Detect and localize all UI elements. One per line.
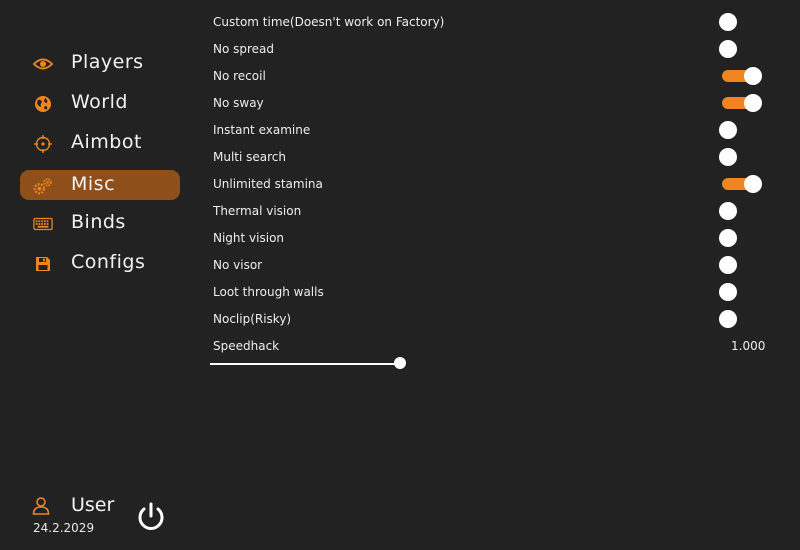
user-name: User: [71, 494, 115, 516]
speedhack-slider-handle[interactable]: [394, 357, 406, 369]
option-row-night-vision: Night vision: [200, 225, 775, 252]
toggle-knob: [719, 40, 737, 58]
option-label: Custom time(Doesn't work on Factory): [213, 15, 445, 29]
speedhack-value: 1.000: [731, 339, 766, 353]
sidebar-item-world[interactable]: World: [20, 88, 180, 118]
option-row-thermal-vision: Thermal vision: [200, 198, 775, 225]
sidebar-item-players[interactable]: Players: [20, 48, 180, 78]
option-row-multi-search: Multi search: [200, 144, 775, 171]
power-icon[interactable]: [134, 500, 168, 534]
option-row-instant-examine: Instant examine: [200, 117, 775, 144]
toggle-knob: [719, 202, 737, 220]
option-label: Loot through walls: [213, 285, 324, 299]
sidebar-item-label: Aimbot: [71, 131, 142, 153]
toggle-knob: [719, 148, 737, 166]
option-label: Instant examine: [213, 123, 311, 137]
sidebar-item-label: Configs: [71, 251, 146, 273]
toggle-knob: [719, 229, 737, 247]
sidebar-item-configs[interactable]: Configs: [20, 248, 180, 278]
user-panel: User 24.2.2029: [30, 494, 180, 544]
option-row-no-spread: No spread: [200, 36, 775, 63]
option-row-noclip: Noclip(Risky): [200, 306, 775, 333]
sidebar-item-label: Players: [71, 51, 144, 73]
toggle-knob: [719, 256, 737, 274]
floppy-disk-icon: [33, 254, 53, 274]
option-row-loot-through-walls: Loot through walls: [200, 279, 775, 306]
gears-icon: [33, 176, 53, 196]
eye-icon: [33, 54, 53, 74]
option-label: No sway: [213, 96, 264, 110]
option-row-no-visor: No visor: [200, 252, 775, 279]
option-label: Thermal vision: [213, 204, 302, 218]
app-window: Players World Aimbot Misc Binds Configs …: [0, 0, 800, 550]
speedhack-slider-track[interactable]: [210, 363, 400, 365]
option-row-custom-time: Custom time(Doesn't work on Factory): [200, 9, 775, 36]
toggle-knob: [744, 94, 762, 112]
toggle-knob: [719, 310, 737, 328]
sidebar-item-misc[interactable]: Misc: [20, 170, 180, 200]
speedhack-label: Speedhack: [213, 339, 280, 353]
toggle-knob: [719, 283, 737, 301]
option-label: Multi search: [213, 150, 287, 164]
crosshair-icon: [33, 134, 53, 154]
option-label: Night vision: [213, 231, 285, 245]
option-row-no-recoil: No recoil: [200, 63, 775, 90]
sidebar: Players World Aimbot Misc Binds Configs …: [0, 0, 200, 550]
toggle-knob: [719, 13, 737, 31]
sidebar-item-label: World: [71, 91, 128, 113]
user-date: 24.2.2029: [33, 521, 95, 535]
sidebar-item-binds[interactable]: Binds: [20, 208, 180, 238]
option-label: No recoil: [213, 69, 266, 83]
sidebar-item-label: Misc: [71, 173, 116, 195]
option-label: Noclip(Risky): [213, 312, 292, 326]
misc-options-panel: Custom time(Doesn't work on Factory) No …: [200, 0, 800, 550]
sidebar-item-aimbot[interactable]: Aimbot: [20, 128, 180, 158]
toggle-knob: [744, 175, 762, 193]
speedhack-row: Speedhack 1.000: [200, 338, 780, 370]
option-label: No visor: [213, 258, 263, 272]
option-row-no-sway: No sway: [200, 90, 775, 117]
toggle-knob: [719, 121, 737, 139]
keyboard-icon: [33, 214, 53, 234]
option-label: Unlimited stamina: [213, 177, 323, 191]
option-row-unlimited-stamina: Unlimited stamina: [200, 171, 775, 198]
user-icon: [32, 497, 50, 515]
option-label: No spread: [213, 42, 275, 56]
sidebar-item-label: Binds: [71, 211, 126, 233]
toggle-knob: [744, 67, 762, 85]
globe-icon: [33, 94, 53, 114]
